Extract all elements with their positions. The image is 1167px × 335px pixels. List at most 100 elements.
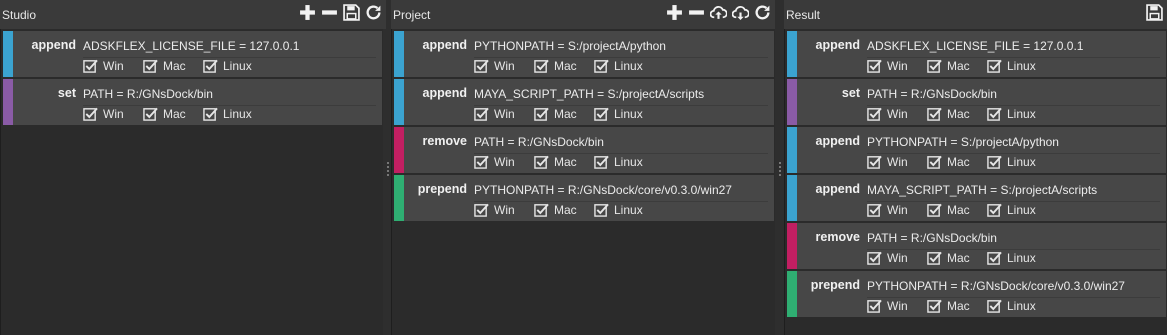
refresh-button[interactable] [753, 5, 771, 23]
env-entry[interactable]: append PYTHONPATH = S:/projectA/python Win… [394, 31, 774, 77]
checkbox-win[interactable]: Win [867, 58, 927, 73]
checkbox-checked-icon [867, 250, 887, 265]
checkbox-win[interactable]: Win [474, 106, 534, 121]
platform-checkboxes: Win Mac Linux [474, 202, 654, 217]
checkbox-checked-icon [927, 154, 947, 169]
entry-expression[interactable]: ADSKFLEX_LICENSE_FILE = 127.0.0.1 [83, 39, 376, 58]
checkbox-linux[interactable]: Linux [203, 106, 263, 121]
checkbox-linux[interactable]: Linux [987, 202, 1047, 217]
checkbox-checked-icon [987, 58, 1007, 73]
refresh-button[interactable] [364, 5, 382, 23]
checkbox-linux[interactable]: Linux [987, 154, 1047, 169]
checkbox-mac[interactable]: Mac [927, 106, 987, 121]
checkbox-mac[interactable]: Mac [927, 58, 987, 73]
checkbox-label: Win [887, 298, 908, 313]
save-button[interactable] [1145, 4, 1163, 23]
entry-expression[interactable]: PYTHONPATH = S:/projectA/python [867, 135, 1160, 154]
env-entry[interactable]: set PATH = R:/GNsDock/bin Win Mac Linux [787, 79, 1166, 125]
entry-action: append [815, 134, 860, 148]
splitter-handle-left[interactable] [386, 160, 390, 182]
entry-expression[interactable]: PATH = R:/GNsDock/bin [474, 135, 768, 154]
checkbox-linux[interactable]: Linux [594, 58, 654, 73]
checkbox-win[interactable]: Win [867, 298, 927, 313]
checkbox-checked-icon [867, 202, 887, 217]
entry-expression[interactable]: ADSKFLEX_LICENSE_FILE = 127.0.0.1 [867, 39, 1160, 58]
checkbox-win[interactable]: Win [83, 106, 143, 121]
env-entry[interactable]: append ADSKFLEX_LICENSE_FILE = 127.0.0.1 W… [3, 31, 382, 77]
checkbox-label: Win [887, 250, 908, 265]
entry-expression[interactable]: MAYA_SCRIPT_PATH = S:/projectA/scripts [867, 183, 1160, 202]
minus-button[interactable] [687, 5, 705, 23]
checkbox-linux[interactable]: Linux [987, 298, 1047, 313]
checkbox-mac[interactable]: Mac [143, 58, 203, 73]
env-entry[interactable]: set PATH = R:/GNsDock/bin Win Mac Linux [3, 79, 382, 125]
checkbox-win[interactable]: Win [474, 58, 534, 73]
checkbox-linux[interactable]: Linux [594, 106, 654, 121]
plus-button[interactable] [298, 5, 316, 23]
checkbox-linux[interactable]: Linux [987, 106, 1047, 121]
entry-expression[interactable]: PATH = R:/GNsDock/bin [867, 87, 1160, 106]
checkbox-checked-icon [987, 298, 1007, 313]
checkbox-checked-icon [987, 250, 1007, 265]
cloud-download-button[interactable] [731, 4, 750, 24]
cloud-upload-button[interactable] [709, 5, 728, 23]
checkbox-label: Mac [554, 58, 577, 73]
env-entry[interactable]: prepend PYTHONPATH = R:/GNsDock/core/v0.3… [394, 175, 774, 221]
checkbox-win[interactable]: Win [867, 250, 927, 265]
checkbox-mac[interactable]: Mac [927, 298, 987, 313]
checkbox-label: Linux [1007, 106, 1036, 121]
entry-expression[interactable]: PYTHONPATH = R:/GNsDock/core/v0.3.0/win2… [474, 183, 768, 202]
checkbox-win[interactable]: Win [867, 154, 927, 169]
checkbox-linux[interactable]: Linux [987, 58, 1047, 73]
entry-expression[interactable]: MAYA_SCRIPT_PATH = S:/projectA/scripts [474, 87, 768, 106]
checkbox-linux[interactable]: Linux [594, 202, 654, 217]
checkbox-mac[interactable]: Mac [927, 202, 987, 217]
checkbox-mac[interactable]: Mac [927, 154, 987, 169]
checkbox-linux[interactable]: Linux [203, 58, 263, 73]
checkbox-linux[interactable]: Linux [594, 154, 654, 169]
checkbox-label: Win [494, 154, 515, 169]
checkbox-mac[interactable]: Mac [534, 58, 594, 73]
checkbox-win[interactable]: Win [867, 202, 927, 217]
checkbox-linux[interactable]: Linux [987, 250, 1047, 265]
cloud-download-icon [731, 4, 750, 24]
entry-action: set [57, 86, 76, 100]
checkbox-checked-icon [867, 106, 887, 121]
minus-button[interactable] [320, 5, 338, 23]
env-entry[interactable]: prepend PYTHONPATH = R:/GNsDock/core/v0.3… [787, 271, 1166, 317]
save-button[interactable] [342, 4, 360, 23]
checkbox-label: Linux [223, 58, 252, 73]
checkbox-mac[interactable]: Mac [534, 202, 594, 217]
checkbox-checked-icon [534, 58, 554, 73]
entry-expression[interactable]: PYTHONPATH = S:/projectA/python [474, 39, 768, 58]
env-entry[interactable]: append PYTHONPATH = S:/projectA/python Win… [787, 127, 1166, 173]
entry-expression[interactable]: PYTHONPATH = R:/GNsDock/core/v0.3.0/win2… [867, 279, 1160, 298]
checkbox-win[interactable]: Win [474, 154, 534, 169]
checkbox-checked-icon [867, 154, 887, 169]
splitter-handle-right[interactable] [778, 160, 782, 182]
entry-expression[interactable]: PATH = R:/GNsDock/bin [83, 87, 376, 106]
checkbox-mac[interactable]: Mac [534, 154, 594, 169]
checkbox-mac[interactable]: Mac [927, 250, 987, 265]
panel-toolbar [665, 5, 771, 23]
checkbox-label: Win [494, 202, 515, 217]
env-entry[interactable]: append ADSKFLEX_LICENSE_FILE = 127.0.0.1 W… [787, 31, 1166, 77]
env-entry[interactable]: remove PATH = R:/GNsDock/bin Win Mac Linux [787, 223, 1166, 269]
platform-checkboxes: Win Mac Linux [474, 58, 654, 73]
checkbox-win[interactable]: Win [867, 106, 927, 121]
checkbox-win[interactable]: Win [474, 202, 534, 217]
checkbox-checked-icon [474, 58, 494, 73]
env-entry[interactable]: append MAYA_SCRIPT_PATH = S:/projectA/scr… [787, 175, 1166, 221]
entry-expression[interactable]: PATH = R:/GNsDock/bin [867, 231, 1160, 250]
panel-toolbar [298, 4, 382, 23]
project-panel: Project append PYTHONPATH = S:/projectA/py… [391, 0, 775, 335]
checkbox-checked-icon [594, 106, 614, 121]
plus-button[interactable] [665, 5, 683, 23]
entry-action: append [422, 86, 467, 100]
checkbox-win[interactable]: Win [83, 58, 143, 73]
checkbox-mac[interactable]: Mac [534, 106, 594, 121]
checkbox-mac[interactable]: Mac [143, 106, 203, 121]
env-entry[interactable]: remove PATH = R:/GNsDock/bin Win Mac Linux [394, 127, 774, 173]
platform-checkboxes: Win Mac Linux [474, 154, 654, 169]
env-entry[interactable]: append MAYA_SCRIPT_PATH = S:/projectA/scr… [394, 79, 774, 125]
